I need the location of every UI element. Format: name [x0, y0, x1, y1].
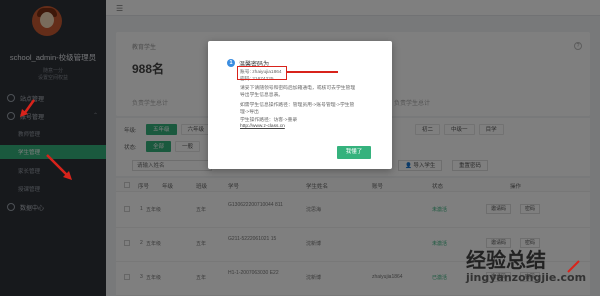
watermark-url: jingyanzongjie.com	[466, 271, 587, 284]
info-badge: 1	[227, 59, 235, 67]
watermark-logo: 经验总结	[466, 248, 546, 272]
highlight-pointer-line	[287, 71, 338, 73]
dialog-hint: 学生操作路径：访客->重录	[240, 118, 298, 123]
dialog-hint: 如需学生信息操作路径：管理员用->账号管理->学生管	[240, 103, 355, 108]
annotation-arrow-students	[46, 154, 72, 180]
annotation-arrow-account	[20, 99, 36, 117]
dialog-hint: 请妥下请随领号和密码后加箱通电，或核可去学生管理	[240, 86, 356, 91]
highlight-box	[237, 66, 287, 80]
dialog-hint: 理->导出	[240, 110, 259, 115]
dialog-hint: 导出学生信息息表。	[240, 93, 284, 98]
password-dialog: 1 温馨密码为 账号: zhaiyujia1864 密码: 21674225 请…	[208, 41, 392, 169]
dialog-link[interactable]: http://www.z-class.cn	[240, 124, 285, 129]
confirm-button[interactable]: 我懂了	[337, 146, 371, 159]
